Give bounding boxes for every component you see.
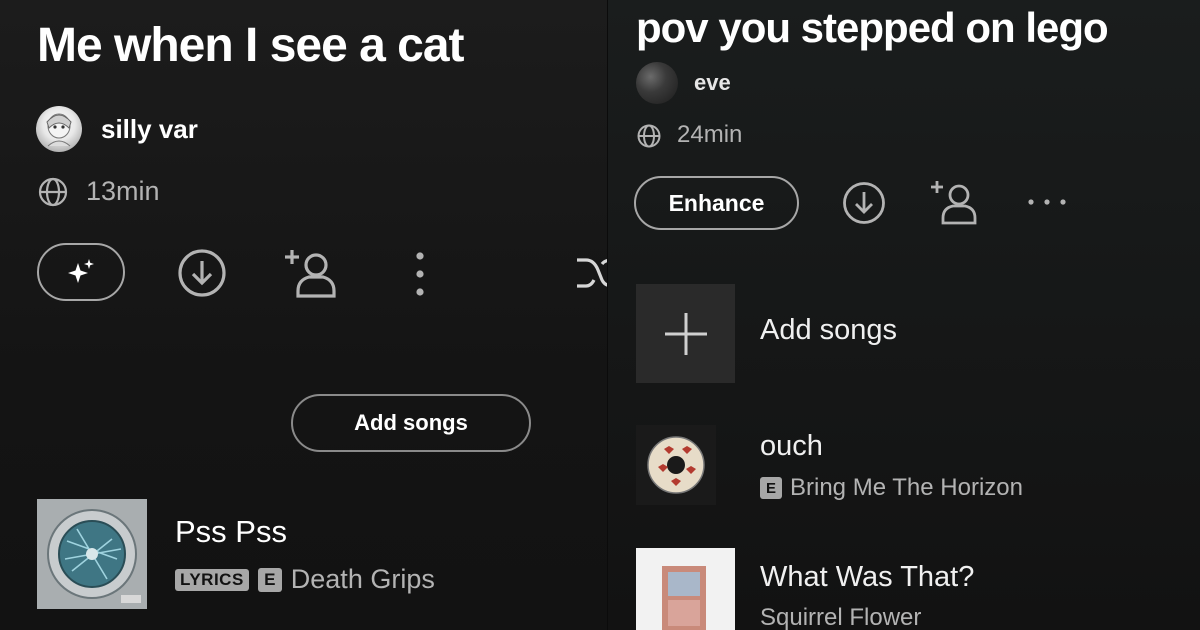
add-user-icon bbox=[285, 250, 336, 298]
track-title[interactable]: ouch bbox=[760, 430, 823, 463]
owner-avatar[interactable] bbox=[636, 62, 678, 104]
download-button[interactable] bbox=[176, 247, 228, 304]
album-cover[interactable] bbox=[37, 499, 147, 609]
sparkle-icon bbox=[68, 259, 94, 283]
album-cover[interactable] bbox=[636, 425, 716, 505]
globe-icon bbox=[37, 176, 69, 213]
add-songs-button[interactable]: Add songs bbox=[291, 394, 531, 452]
track-meta: LYRICS E Death Grips bbox=[175, 564, 435, 595]
track-artist[interactable]: Squirrel Flower bbox=[760, 604, 921, 630]
more-options-button[interactable] bbox=[1025, 192, 1069, 217]
explicit-badge: E bbox=[257, 567, 282, 592]
download-button[interactable] bbox=[841, 180, 887, 231]
track-title[interactable]: Pss Pss bbox=[175, 514, 287, 550]
owner-name[interactable]: silly var bbox=[101, 114, 198, 145]
download-icon bbox=[178, 249, 226, 297]
add-songs-tile[interactable] bbox=[636, 284, 735, 383]
album-cover[interactable] bbox=[636, 548, 735, 630]
track-title[interactable]: What Was That? bbox=[760, 561, 974, 594]
lyrics-badge: LYRICS bbox=[175, 568, 249, 591]
enhance-button[interactable]: Enhance bbox=[634, 176, 799, 230]
track-artist[interactable]: Bring Me The Horizon bbox=[790, 474, 1023, 502]
shuffle-icon bbox=[577, 258, 608, 288]
add-collaborator-button[interactable] bbox=[282, 246, 342, 307]
add-user-icon bbox=[931, 181, 977, 225]
right-playlist-panel: pov you stepped on lego eve 24min Enhanc… bbox=[608, 0, 1200, 630]
more-horizontal-icon bbox=[1028, 199, 1066, 205]
download-icon bbox=[843, 182, 885, 224]
explicit-badge: E bbox=[760, 477, 782, 499]
more-vertical-icon bbox=[416, 252, 424, 296]
add-collaborator-button[interactable] bbox=[928, 178, 982, 233]
more-options-button[interactable] bbox=[410, 248, 430, 305]
playlist-duration: 13min bbox=[86, 176, 160, 206]
left-playlist-panel: Me when I see a cat silly var 13min Add … bbox=[0, 0, 608, 630]
owner-avatar[interactable] bbox=[36, 106, 82, 152]
owner-name[interactable]: eve bbox=[694, 70, 731, 96]
playlist-title: pov you stepped on lego bbox=[636, 4, 1109, 51]
playlist-duration: 24min bbox=[677, 121, 743, 148]
ai-enhance-button[interactable] bbox=[37, 243, 125, 301]
globe-icon bbox=[636, 123, 662, 154]
track-meta: E Bring Me The Horizon bbox=[760, 474, 1023, 502]
track-artist[interactable]: Death Grips bbox=[291, 564, 435, 595]
playlist-title: Me when I see a cat bbox=[37, 19, 465, 72]
plus-icon bbox=[664, 312, 707, 355]
add-songs-label[interactable]: Add songs bbox=[760, 314, 897, 347]
shuffle-button[interactable] bbox=[574, 250, 608, 301]
